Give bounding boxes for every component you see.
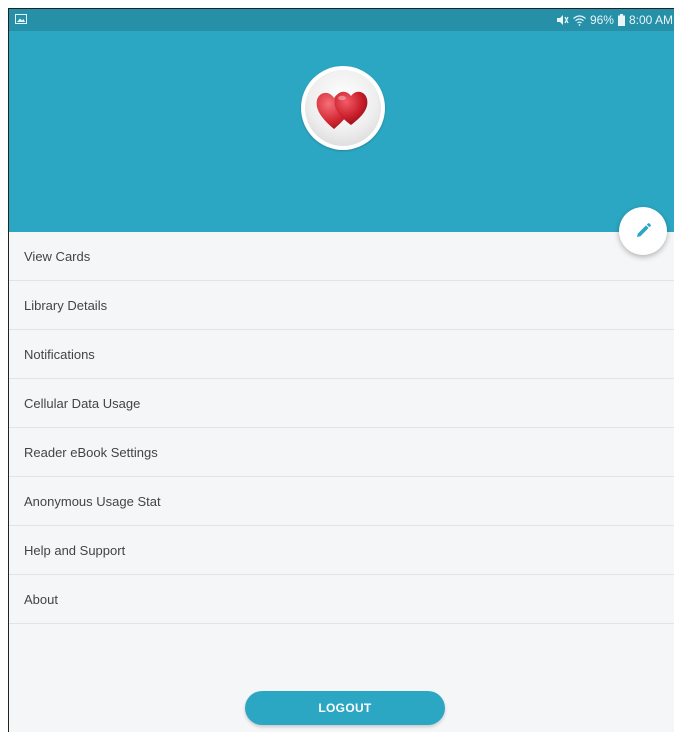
- menu-item-label: About: [24, 591, 58, 607]
- menu-item-label: Library Details: [24, 297, 108, 313]
- hearts-icon: [316, 91, 368, 129]
- avatar: [301, 66, 385, 150]
- menu-item-label: View Cards: [24, 248, 91, 264]
- battery-percent: 96%: [589, 13, 614, 27]
- pencil-icon: [637, 223, 651, 237]
- status-bar: 96% 8:00 AM: [9, 9, 674, 31]
- logout-button[interactable]: LOGOUT: [245, 691, 445, 725]
- wifi-icon: [573, 14, 586, 26]
- menu-item-help-and-support[interactable]: Help and Support: [9, 526, 674, 575]
- menu-item-label: Help and Support: [24, 542, 126, 558]
- settings-menu: View Cards Library Details Notifications…: [9, 232, 674, 624]
- menu-item-about[interactable]: About: [9, 575, 674, 624]
- menu-item-reader-ebook-settings[interactable]: Reader eBook Settings: [9, 428, 674, 477]
- status-indicators: 96% 8:00 AM: [556, 13, 673, 27]
- menu-item-label: Anonymous Usage Stat: [24, 493, 161, 509]
- battery-icon: [617, 14, 625, 26]
- menu-item-library-details[interactable]: Library Details: [9, 281, 674, 330]
- mute-icon: [556, 15, 569, 25]
- menu-item-anonymous-usage-stat[interactable]: Anonymous Usage Stat: [9, 477, 674, 526]
- menu-item-label: Notifications: [24, 346, 95, 362]
- edit-profile-button[interactable]: [619, 207, 667, 255]
- menu-item-view-cards[interactable]: View Cards: [9, 232, 674, 281]
- clock: 8:00 AM: [628, 13, 673, 27]
- app-screen: 96% 8:00 AM View Cards Library Details N…: [8, 8, 674, 732]
- avatar-image: [305, 70, 381, 146]
- menu-item-label: Reader eBook Settings: [24, 444, 158, 460]
- gallery-icon: [15, 14, 27, 24]
- menu-item-label: Cellular Data Usage: [24, 395, 141, 411]
- menu-item-notifications[interactable]: Notifications: [9, 330, 674, 379]
- profile-header: [9, 31, 674, 232]
- menu-item-cellular-data-usage[interactable]: Cellular Data Usage: [9, 379, 674, 428]
